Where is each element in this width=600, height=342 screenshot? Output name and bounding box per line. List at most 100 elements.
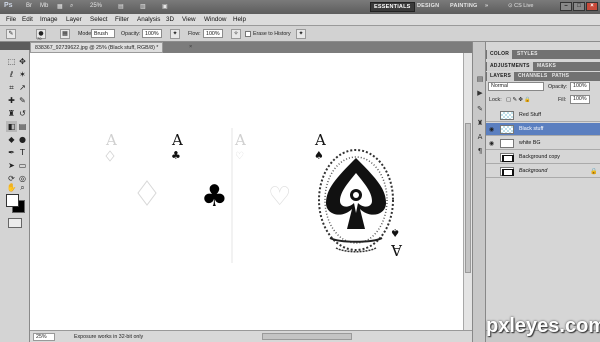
bridge-icon[interactable]: Br [26,3,32,11]
screen-mode-icon[interactable]: ▣ [162,3,168,11]
hand-tool-icon[interactable]: ✋ [6,182,17,193]
pen-tool-icon[interactable]: ✒ [6,147,17,158]
maximize-button[interactable]: □ [573,2,585,11]
layer-opacity-field[interactable]: 100% [570,82,590,91]
menu-layer[interactable]: Layer [66,16,82,23]
eye-icon[interactable]: ◉ [488,140,495,147]
cs-live-button[interactable]: ⊙ CS Live [508,3,533,9]
workspace-essentials[interactable]: ESSENTIALS [370,2,415,12]
document-tab-title: 838367_92739622.jpg @ 25% (Black stuff, … [35,45,159,51]
actions-panel-icon[interactable]: ▶ [475,88,485,98]
history-brush-tool-icon[interactable]: ↺ [17,108,28,119]
foreground-color-swatch[interactable] [6,194,19,207]
more-workspaces-icon[interactable]: » [482,2,491,12]
menu-3d[interactable]: 3D [166,16,174,23]
character-panel-icon[interactable]: A [475,132,485,142]
menu-filter[interactable]: Filter [115,16,129,23]
dodge-tool-icon[interactable]: ● [17,134,28,145]
brush-tool-preset-icon[interactable]: ✎ [6,29,16,39]
small-club-icon: ♣ [171,149,181,162]
tab-masks[interactable]: MASKS [534,62,559,71]
eraser-tool-icon[interactable]: ◧ [6,121,17,132]
fill-field[interactable]: 100% [570,95,590,104]
menu-help[interactable]: Help [233,16,246,23]
eyedropper-tool-icon[interactable]: ↗ [17,82,28,93]
mode-select[interactable]: Brush [91,29,115,38]
workspace-painting[interactable]: PAINTING [447,2,480,12]
layer-row-selected[interactable]: ◉ Black stuff [486,123,600,136]
type-tool-icon[interactable]: T [17,147,28,158]
airbrush-icon[interactable]: ✧ [231,29,241,39]
status-zoom-field[interactable]: 25% [33,333,55,341]
clone-stamp-tool-icon[interactable]: ♜ [6,108,17,119]
pressure-size-icon[interactable]: ✦ [296,29,306,39]
view-extras-icon[interactable]: ▤ [118,3,124,11]
brush-panel-strip-icon[interactable]: ✎ [475,104,485,114]
layer-thumbnail [500,111,514,120]
path-selection-tool-icon[interactable]: ➤ [6,160,17,171]
opacity-label: Opacity: [121,31,141,37]
layers-panel-tabs: LAYERS CHANNELS PATHS [486,72,600,81]
tab-layers[interactable]: LAYERS [487,72,515,81]
layer-row[interactable]: ◉ white BG [486,137,600,150]
marquee-tool-icon[interactable]: ⬚ [6,56,17,67]
layer-row[interactable]: Background copy [486,151,600,164]
tab-adjustments[interactable]: ADJUSTMENTS [487,62,533,71]
menu-window[interactable]: Window [204,16,226,23]
move-tool-icon[interactable]: ✥ [17,56,28,67]
menu-analysis[interactable]: Analysis [137,16,160,23]
close-document-icon[interactable]: × [189,44,192,50]
zoom-icon[interactable]: ⌕ [70,3,73,11]
document-canvas[interactable]: A A ♣ ♣ A ♡ ♡ A ♠ ♠ A [30,53,463,330]
layer-row[interactable]: Background 🔒 [486,165,600,178]
inverted-rank-a: A [391,241,403,259]
menu-edit[interactable]: Edit [22,16,33,23]
minibridge-icon[interactable]: Mb [40,3,48,11]
quick-mask-button[interactable] [8,218,22,228]
vertical-scroll-thumb[interactable] [465,123,471,273]
close-button[interactable]: × [586,2,598,11]
magic-wand-tool-icon[interactable]: ✶ [17,69,28,80]
shape-tool-icon[interactable]: ▭ [17,160,28,171]
horizontal-scroll-thumb[interactable] [262,333,352,340]
canvas-artwork: A A ♣ ♣ A ♡ ♡ A ♠ ♠ A [105,128,403,263]
status-message[interactable]: Exposure works in 32-bit only [74,334,143,340]
brush-tool-icon[interactable]: ✎ [17,95,28,106]
document-tab[interactable]: 838367_92739622.jpg @ 25% (Black stuff, … [30,42,164,53]
pressure-opacity-icon[interactable]: ✦ [170,29,180,39]
tab-paths[interactable]: PATHS [549,72,572,81]
vertical-scrollbar[interactable] [463,53,472,330]
menu-image[interactable]: Image [40,16,58,23]
lasso-tool-icon[interactable]: ℓ [6,69,17,80]
minimize-button[interactable]: – [560,2,572,11]
opacity-field[interactable]: 100% [142,29,162,38]
menu-select[interactable]: Select [90,16,108,23]
clone-source-panel-icon[interactable]: ♜ [475,118,485,128]
menu-file[interactable]: File [6,16,16,23]
tab-channels[interactable]: CHANNELS [515,72,550,81]
tab-styles[interactable]: STYLES [514,50,541,59]
paragraph-panel-icon[interactable]: ¶ [475,146,485,156]
zoom-level[interactable]: 25% [90,3,102,11]
lock-options-icon[interactable]: ▢ ✎ ✥ 🔒 [506,97,531,103]
erase-to-history-checkbox[interactable] [245,31,251,37]
arrange-documents-icon[interactable]: ▥ [140,3,146,11]
layer-row[interactable]: Red Stuff [486,109,600,122]
gradient-tool-icon[interactable]: ▤ [17,121,28,132]
zoom-tool-icon[interactable]: ⌕ [17,182,28,193]
blur-tool-icon[interactable]: ◆ [6,134,17,145]
menu-view[interactable]: View [182,16,196,23]
photoshop-logo-icon: Ps [4,2,13,9]
blend-mode-select[interactable]: Normal [488,82,544,91]
healing-brush-tool-icon[interactable]: ✚ [6,95,17,106]
tab-color[interactable]: COLOR [487,50,513,59]
adjustments-panel-tabs: ADJUSTMENTS MASKS [486,62,600,71]
crop-tool-icon[interactable]: ⌗ [6,82,17,93]
brush-panel-icon[interactable]: ▦ [60,29,70,39]
hand-icon[interactable]: ▦ [57,3,63,11]
flow-field[interactable]: 100% [203,29,223,38]
history-panel-icon[interactable]: ▤ [475,74,485,84]
workspace-design[interactable]: DESIGN [414,2,442,12]
faint-rank-a: A [105,131,117,149]
eye-icon[interactable]: ◉ [488,126,495,133]
